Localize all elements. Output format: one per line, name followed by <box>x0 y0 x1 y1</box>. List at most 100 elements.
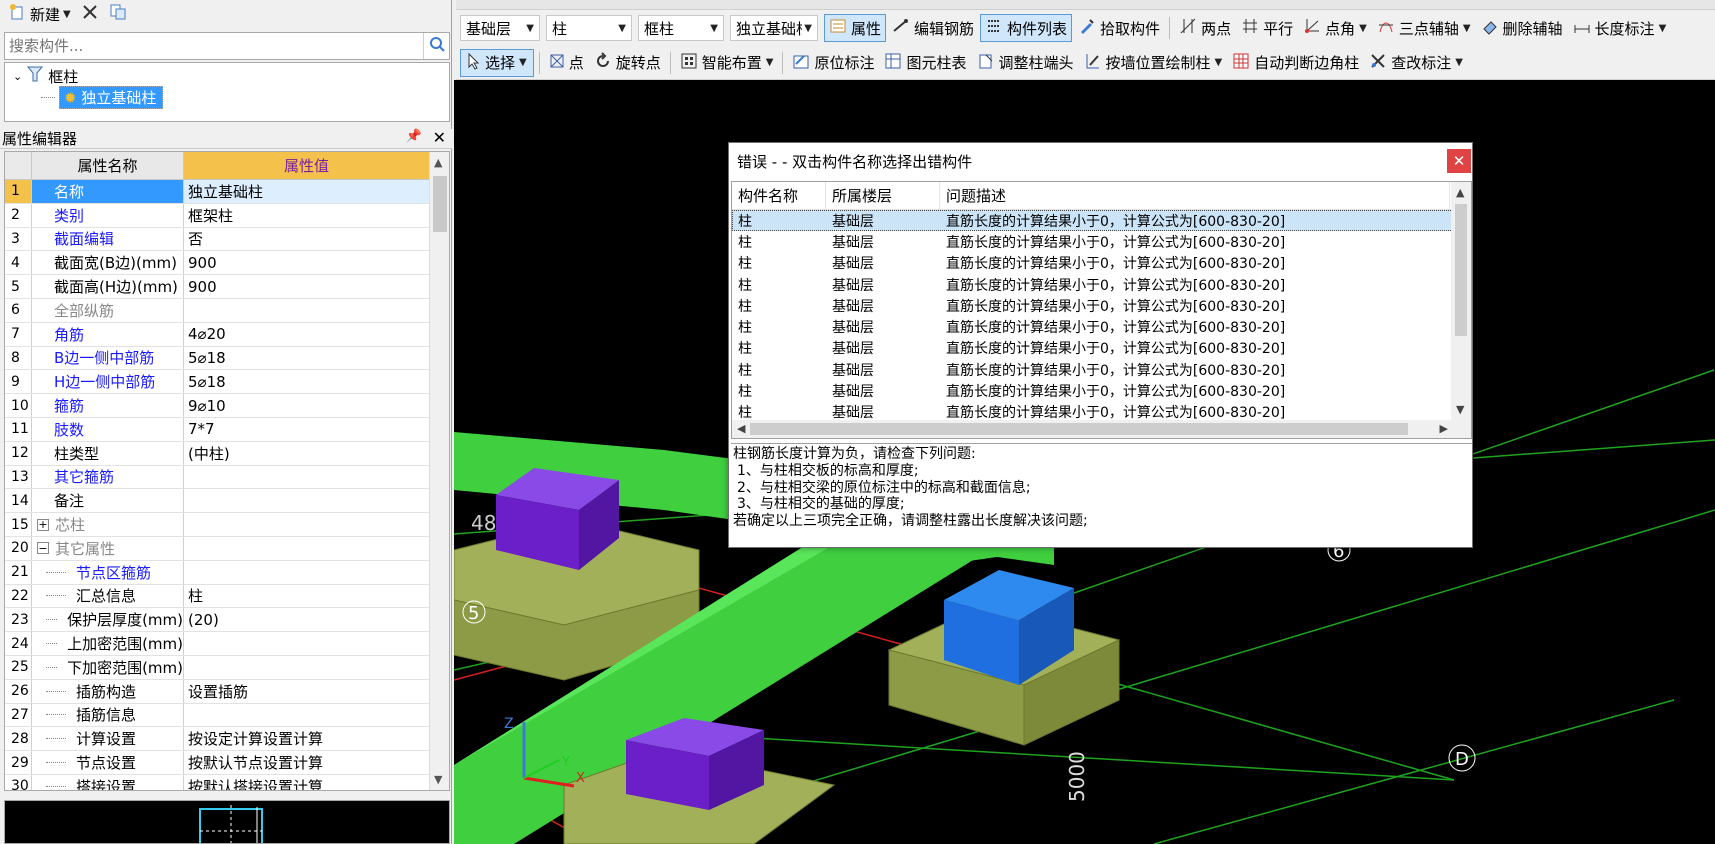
scroll-down-icon[interactable]: ▼ <box>1456 403 1464 416</box>
scroll-right-icon[interactable]: ▶ <box>1440 422 1448 435</box>
origin-mark-button[interactable]: 原位标注 <box>788 49 878 77</box>
error-row[interactable]: 柱 基础层 直筋长度的计算结果小于0，计算公式为[600-830-20] <box>732 380 1471 401</box>
property-value-cell[interactable] <box>184 466 429 489</box>
property-row[interactable]: 11 肢数 7*7 <box>5 417 429 442</box>
property-name-cell[interactable]: 备注 <box>32 489 184 513</box>
close-icon[interactable]: ✕ <box>433 128 446 147</box>
point-angle-button[interactable]: 点角 ▼ <box>1299 14 1371 42</box>
error-row[interactable]: 柱 基础层 直筋长度的计算结果小于0，计算公式为[600-830-20] <box>732 253 1471 274</box>
property-row[interactable]: 29 节点设置 按默认节点设置计算 <box>5 751 429 775</box>
new-button[interactable]: 新建 ▼ <box>6 2 74 26</box>
smart-layout-button[interactable]: 智能布置 ▼ <box>676 49 778 77</box>
property-name-cell[interactable]: 汇总信息 <box>32 584 184 608</box>
point-button[interactable]: 点 <box>545 49 588 77</box>
property-value-cell[interactable]: 按默认节点设置计算 <box>184 751 429 774</box>
property-name-cell[interactable]: 上加密范围(mm) <box>32 632 184 655</box>
property-row[interactable]: 25 下加密范围(mm) <box>5 655 429 680</box>
property-row[interactable]: 23 保护层厚度(mm) (20) <box>5 608 429 633</box>
auto-corner-button[interactable]: 自动判断边角柱 <box>1228 49 1363 77</box>
property-name-cell[interactable]: 搭接设置 <box>32 774 184 790</box>
property-name-cell[interactable]: 计算设置 <box>32 727 184 751</box>
property-row[interactable]: 8 B边一侧中部筋 5⌀18 <box>5 346 429 371</box>
property-value-cell[interactable]: 4⌀20 <box>184 323 429 346</box>
property-row[interactable]: 10 箍筋 9⌀10 <box>5 394 429 418</box>
error-row[interactable]: 柱 基础层 直筋长度的计算结果小于0，计算公式为[600-830-20] <box>732 316 1471 337</box>
property-name-cell[interactable]: 插筋信息 <box>32 703 184 727</box>
two-points-button[interactable]: 两点 <box>1175 14 1235 42</box>
property-row[interactable]: 21 节点区箍筋 <box>5 560 429 585</box>
scroll-down-icon[interactable]: ▼ <box>434 773 442 786</box>
error-table-hscroll[interactable]: ◀ ▶ <box>732 420 1453 438</box>
check-mark-button[interactable]: 查改标注 ▼ <box>1365 49 1467 77</box>
property-value-cell[interactable] <box>184 489 429 512</box>
tree-node-child[interactable]: ✹ 独立基础柱 <box>41 85 164 109</box>
property-row[interactable]: 20− 其它属性 <box>5 536 429 561</box>
property-name-cell[interactable]: 类别 <box>32 203 184 227</box>
scroll-up-icon[interactable]: ▲ <box>434 156 442 169</box>
property-name-cell[interactable]: − 其它属性 <box>32 536 184 560</box>
tree-child-selected[interactable]: ✹ 独立基础柱 <box>59 85 164 109</box>
property-row[interactable]: 12 柱类型 (中柱) <box>5 441 429 466</box>
property-name-cell[interactable]: 柱类型 <box>32 441 184 465</box>
property-row[interactable]: 4 截面宽(B边)(mm) 900 <box>5 251 429 276</box>
property-row[interactable]: 7 角筋 4⌀20 <box>5 322 429 347</box>
scroll-thumb[interactable] <box>1455 204 1467 336</box>
property-value-cell[interactable]: 按设定计算设置计算 <box>184 727 429 750</box>
property-value-cell[interactable]: 900 <box>184 275 429 298</box>
copy-button[interactable] <box>106 2 130 26</box>
property-name-cell[interactable]: 插筋构造 <box>32 679 184 703</box>
error-row[interactable]: 柱 基础层 直筋长度的计算结果小于0，计算公式为[600-830-20] <box>732 210 1471 232</box>
property-value-cell[interactable] <box>184 704 429 727</box>
property-name-cell[interactable]: 节点设置 <box>32 751 184 774</box>
tree-node-root[interactable]: ⌄ 框柱 <box>13 66 78 86</box>
error-row[interactable]: 柱 基础层 直筋长度的计算结果小于0，计算公式为[600-830-20] <box>732 295 1471 316</box>
property-grid-scrollbar[interactable]: ▲ ▼ <box>429 152 449 790</box>
property-row[interactable]: 24 上加密范围(mm) <box>5 632 429 656</box>
column-table-button[interactable]: 图元柱表 <box>880 49 970 77</box>
draw-by-wall-button[interactable]: 按墙位置绘制柱 ▼ <box>1080 49 1227 77</box>
property-value-cell[interactable]: (20) <box>184 608 429 631</box>
property-value-cell[interactable] <box>184 513 429 536</box>
property-value-cell[interactable]: 按默认搭接设置计算 <box>184 775 429 790</box>
property-name-cell[interactable]: 其它箍筋 <box>32 465 184 489</box>
property-value-cell[interactable] <box>184 656 429 679</box>
property-value-cell[interactable]: 独立基础柱 <box>184 180 429 203</box>
property-row[interactable]: 15 + 芯柱 <box>5 513 429 537</box>
property-value-cell[interactable]: 9⌀10 <box>184 394 429 417</box>
property-name-cell[interactable]: 下加密范围(mm) <box>32 655 184 679</box>
collapse-icon[interactable]: − <box>37 542 49 555</box>
property-value-cell[interactable] <box>184 561 429 584</box>
property-name-cell[interactable]: B边一侧中部筋 <box>32 346 184 370</box>
property-row[interactable]: 3 截面编辑 否 <box>5 227 429 252</box>
property-name-cell[interactable]: 名称 <box>32 180 184 203</box>
category-select[interactable]: 柱 ▼ <box>546 15 632 41</box>
property-row[interactable]: 22 汇总信息 柱 <box>5 584 429 609</box>
pin-icon[interactable]: 📌 <box>406 129 422 144</box>
property-value-cell[interactable]: 设置插筋 <box>184 680 429 703</box>
property-value-cell[interactable] <box>184 299 429 322</box>
property-row[interactable]: 2 类别 框架柱 <box>5 203 429 228</box>
property-name-cell[interactable]: 角筋 <box>32 322 184 346</box>
property-value-cell[interactable] <box>184 537 429 560</box>
error-row[interactable]: 柱 基础层 直筋长度的计算结果小于0，计算公式为[600-830-20] <box>732 338 1471 359</box>
property-row[interactable]: 9 H边一侧中部筋 5⌀18 <box>5 370 429 395</box>
property-value-cell[interactable]: (中柱) <box>184 442 429 465</box>
error-row[interactable]: 柱 基础层 直筋长度的计算结果小于0，计算公式为[600-830-20] <box>732 359 1471 380</box>
search-button[interactable] <box>423 33 449 59</box>
property-row[interactable]: 5 截面高(H边)(mm) 900 <box>5 275 429 299</box>
search-input[interactable] <box>5 33 423 59</box>
select-button[interactable]: 选择 ▼ <box>460 48 534 77</box>
parallel-button[interactable]: 平行 <box>1237 14 1297 42</box>
delete-button[interactable] <box>78 2 102 26</box>
property-row[interactable]: 13 其它箍筋 <box>5 465 429 490</box>
property-name-cell[interactable]: 截面高(H边)(mm) <box>32 275 184 298</box>
rotate-point-button[interactable]: 旋转点 <box>590 49 665 77</box>
adjust-end-button[interactable]: 调整柱端头 <box>973 49 1078 77</box>
property-name-cell[interactable]: 节点区箍筋 <box>32 560 184 584</box>
property-value-cell[interactable]: 5⌀18 <box>184 347 429 370</box>
scroll-left-icon[interactable]: ◀ <box>737 422 745 435</box>
property-row[interactable]: 27 插筋信息 <box>5 703 429 728</box>
property-row[interactable]: 1 名称 独立基础柱 <box>5 180 429 204</box>
property-value-cell[interactable]: 900 <box>184 251 429 274</box>
property-value-cell[interactable]: 5⌀18 <box>184 370 429 393</box>
